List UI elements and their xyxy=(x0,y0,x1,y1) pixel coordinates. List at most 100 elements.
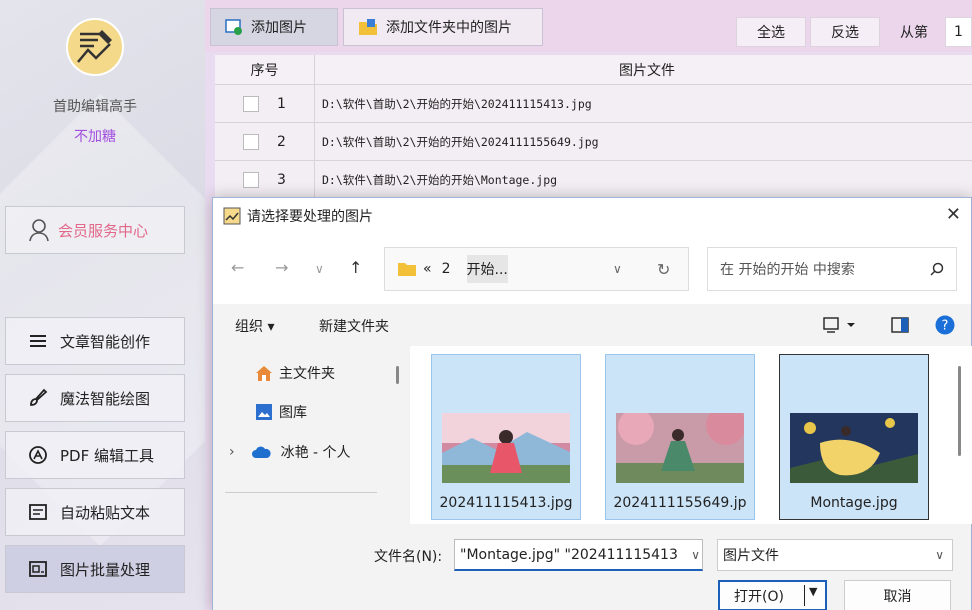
row-index: 2 xyxy=(277,133,286,150)
file-tile[interactable]: 202411115413.jpg xyxy=(431,354,581,520)
image-thumbnail xyxy=(442,413,570,483)
filetype-dropdown-icon: ∨ xyxy=(935,548,944,562)
from-input[interactable]: 1 xyxy=(945,17,972,47)
nav-magic-drawing[interactable]: 魔法智能绘图 xyxy=(5,374,185,422)
breadcrumb-item[interactable]: 2 xyxy=(442,261,451,277)
toolbar: 添加图片 添加文件夹中的图片 全选 反选 从第 1 xyxy=(205,0,972,52)
tree-scrollbar[interactable] xyxy=(396,366,399,384)
app-name: 首助编辑高手 xyxy=(53,99,137,115)
app-logo xyxy=(66,18,124,76)
row-index: 1 xyxy=(277,95,286,112)
nav-image-batch[interactable]: 图片批量处理 xyxy=(5,545,185,593)
file-name: 202411115413.jpg xyxy=(439,495,573,511)
add-image-button[interactable]: 添加图片 xyxy=(210,8,338,46)
search-input[interactable]: 在 开始的开始 中搜索 xyxy=(707,247,957,291)
view-options-icon[interactable] xyxy=(823,316,857,334)
sidebar: 首助编辑高手 不加糖 会员服务中心 文章智能创作 魔法智能绘图 PDF 编辑工具… xyxy=(0,0,205,610)
up-arrow-icon[interactable]: ↑ xyxy=(349,258,362,277)
filename-value: "Montage.jpg" "202411115413 xyxy=(460,546,678,563)
filename-dropdown-icon[interactable]: ∨ xyxy=(687,547,700,562)
search-placeholder: 在 开始的开始 中搜索 xyxy=(720,262,855,278)
split-divider xyxy=(804,585,805,606)
open-options-chevron-icon[interactable]: ▼ xyxy=(809,585,817,598)
user-icon xyxy=(29,219,49,242)
refresh-icon[interactable]: ↻ xyxy=(657,260,670,279)
tree-item-label: 主文件夹 xyxy=(279,366,335,382)
dialog-title: 请选择要处理的图片 xyxy=(247,209,373,225)
add-folder-images-label: 添加文件夹中的图片 xyxy=(386,20,512,36)
member-center-label: 会员服务中心 xyxy=(58,221,149,240)
tree-item-home[interactable]: 主文件夹 xyxy=(255,363,335,383)
nav-auto-paste[interactable]: 自动粘贴文本 xyxy=(5,488,185,536)
nav-pdf-tools[interactable]: PDF 编辑工具 xyxy=(5,431,185,479)
member-center-button[interactable]: 会员服务中心 xyxy=(5,206,185,254)
tree-item-label: 冰艳 - 个人 xyxy=(280,445,351,461)
open-button-label: 打开(O) xyxy=(734,588,784,605)
image-file-table: 序号 图片文件 1 D:\软件\首助\2\开始的开始\202411115413.… xyxy=(215,55,972,199)
address-dropdown-icon[interactable]: ∨ xyxy=(613,262,622,276)
row-index-cell: 3 xyxy=(215,161,315,198)
nav-label: 文章智能创作 xyxy=(60,332,151,351)
row-path: D:\软件\首助\2\开始的开始\202411115413.jpg xyxy=(322,96,592,111)
dialog-command-bar: 组织 ▾ 新建文件夹 ? xyxy=(213,304,971,346)
svg-text:?: ? xyxy=(942,319,949,334)
filetype-value: 图片文件 xyxy=(723,548,779,564)
file-tile[interactable]: 2024111155649.jp xyxy=(605,354,755,520)
nav-label: 自动粘贴文本 xyxy=(60,503,151,522)
back-arrow-icon[interactable]: ← xyxy=(231,258,244,277)
row-checkbox[interactable] xyxy=(243,95,260,112)
paste-icon xyxy=(29,504,47,520)
row-checkbox[interactable] xyxy=(243,133,260,150)
file-list: 202411115413.jpg 2024111155649.jp Montag… xyxy=(410,346,972,524)
tree-item-gallery[interactable]: 图库 xyxy=(255,402,307,422)
breadcrumb-prefix: « xyxy=(423,261,432,277)
nav-label: 图片批量处理 xyxy=(60,560,151,579)
cancel-button[interactable]: 取消 xyxy=(844,580,951,610)
table-row[interactable]: 3 D:\软件\首助\2\开始的开始\Montage.jpg xyxy=(215,161,972,199)
expand-chevron-icon[interactable]: › xyxy=(229,444,235,460)
open-button[interactable]: 打开(O) ▼ xyxy=(718,580,827,610)
file-tile[interactable]: Montage.jpg xyxy=(779,354,929,520)
row-index: 3 xyxy=(277,171,286,188)
app-subtitle: 不加糖 xyxy=(74,129,116,145)
table-header: 序号 图片文件 xyxy=(215,55,972,85)
forward-arrow-icon[interactable]: → xyxy=(275,258,288,277)
row-index-cell: 2 xyxy=(215,123,315,160)
tree-divider xyxy=(225,492,377,493)
select-all-button[interactable]: 全选 xyxy=(736,17,806,47)
file-name: Montage.jpg xyxy=(810,495,898,511)
app-small-icon xyxy=(223,207,241,225)
help-icon[interactable]: ? xyxy=(935,315,955,335)
organize-menu[interactable]: 组织 ▾ xyxy=(235,316,274,336)
brush-icon xyxy=(30,388,48,406)
nav-article-creation[interactable]: 文章智能创作 xyxy=(5,317,185,365)
recent-chevron-icon[interactable]: ∨ xyxy=(315,262,324,276)
close-icon[interactable]: ✕ xyxy=(946,204,961,225)
nav-label: PDF 编辑工具 xyxy=(60,446,154,465)
from-label: 从第 xyxy=(900,25,928,41)
image-thumbnail xyxy=(616,413,744,483)
tree-item-onedrive[interactable]: › 冰艳 - 个人 xyxy=(229,442,351,462)
file-list-scrollbar[interactable] xyxy=(958,366,961,456)
address-bar[interactable]: « 2 开始... ∨ ↻ xyxy=(384,247,689,291)
preview-pane-icon[interactable] xyxy=(891,317,909,333)
nav-label: 魔法智能绘图 xyxy=(60,389,151,408)
add-folder-images-button[interactable]: 添加文件夹中的图片 xyxy=(343,8,543,46)
gallery-icon xyxy=(256,404,272,420)
pdf-icon xyxy=(29,446,47,464)
breadcrumb-item-current[interactable]: 开始... xyxy=(466,255,508,283)
row-path: D:\软件\首助\2\开始的开始\2024111155649.jpg xyxy=(322,134,599,149)
invert-selection-button[interactable]: 反选 xyxy=(810,17,880,47)
filename-input[interactable]: "Montage.jpg" "202411115413 ∨ xyxy=(454,539,703,571)
filetype-select[interactable]: 图片文件 ∨ xyxy=(717,539,953,571)
file-open-dialog: 请选择要处理的图片 ✕ ← → ∨ ↑ « 2 开始... ∨ ↻ 在 开始的开… xyxy=(212,197,972,610)
table-row[interactable]: 2 D:\软件\首助\2\开始的开始\2024111155649.jpg xyxy=(215,123,972,161)
home-icon xyxy=(256,366,272,381)
new-folder-button[interactable]: 新建文件夹 xyxy=(319,316,389,336)
table-row[interactable]: 1 D:\软件\首助\2\开始的开始\202411115413.jpg xyxy=(215,85,972,123)
folder-image-icon xyxy=(359,19,377,35)
image-thumbnail xyxy=(790,413,918,483)
navigation-tree: 主文件夹 图库 › 冰艳 - 个人 xyxy=(213,346,408,524)
dialog-titlebar: 请选择要处理的图片 ✕ xyxy=(213,198,971,234)
row-checkbox[interactable] xyxy=(243,171,260,188)
